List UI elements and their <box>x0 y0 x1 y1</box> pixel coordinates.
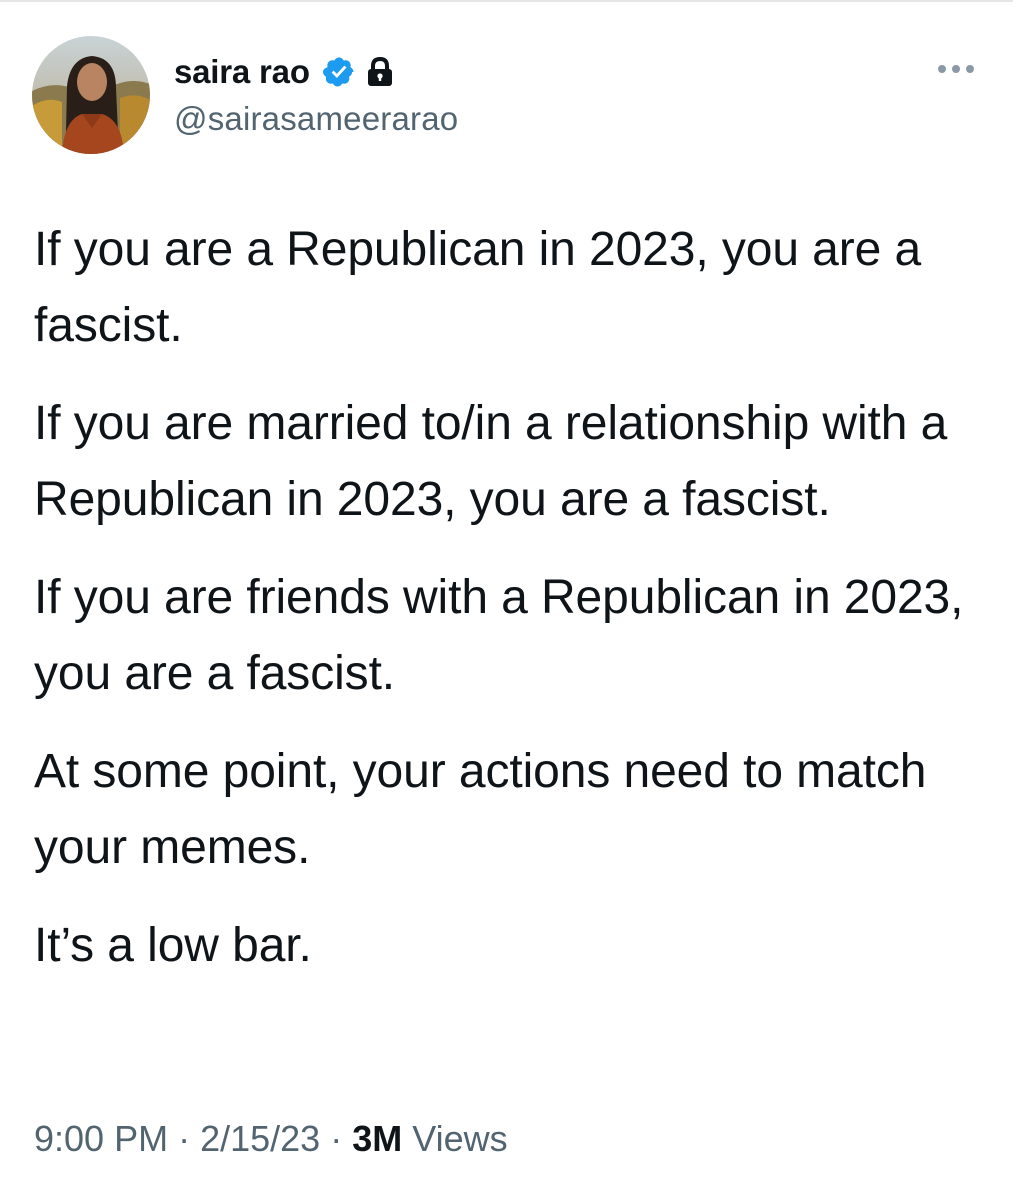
tweet-paragraph: If you are friends with a Republican in … <box>34 571 964 700</box>
meta-separator: · <box>330 1118 343 1159</box>
author-identity: saira rao @sairasameerarao <box>174 50 458 138</box>
more-horizontal-icon[interactable] <box>936 62 976 76</box>
meta-separator: · <box>178 1118 191 1159</box>
tweet-text: If you are a Republican in 2023, you are… <box>34 212 979 1006</box>
top-divider <box>0 0 1013 2</box>
avatar-photo <box>32 36 150 154</box>
tweet-header: saira rao @sairasameerarao <box>32 36 982 156</box>
views-label: Views <box>412 1118 508 1159</box>
lock-icon <box>366 56 394 88</box>
tweet-paragraph: If you are a Republican in 2023, you are… <box>34 223 922 352</box>
tweet-paragraph: If you are married to/in a relationship … <box>34 397 948 526</box>
verified-badge-icon <box>322 55 356 89</box>
tweet-meta: 9:00 PM · 2/15/23 · 3M Views <box>34 1118 508 1160</box>
name-row: saira rao <box>174 50 458 94</box>
tweet-paragraph: At some point, your actions need to matc… <box>34 745 927 874</box>
tweet-time[interactable]: 9:00 PM <box>34 1118 168 1160</box>
author-handle[interactable]: @sairasameerarao <box>174 100 458 138</box>
avatar[interactable] <box>32 36 150 154</box>
tweet-paragraph: It’s a low bar. <box>34 919 312 972</box>
display-name[interactable]: saira rao <box>174 53 310 91</box>
views-count[interactable]: 3M <box>352 1118 402 1160</box>
tweet-date[interactable]: 2/15/23 <box>200 1118 320 1160</box>
